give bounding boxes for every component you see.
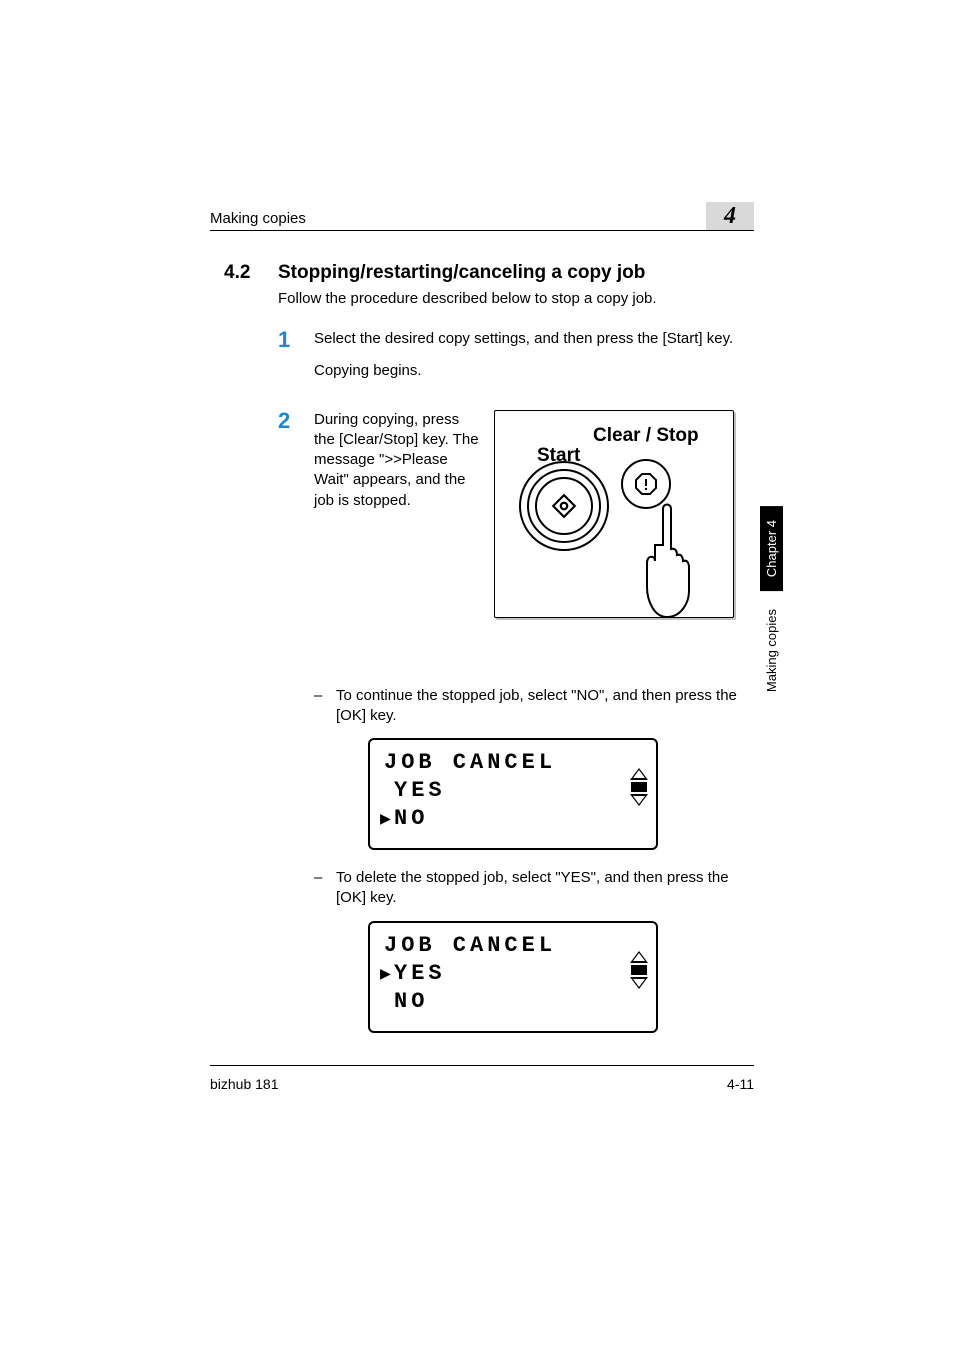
cursor-icon: ▶ bbox=[380, 808, 391, 830]
control-panel-illustration: Clear / Stop Start bbox=[494, 410, 734, 618]
lcd-option-yes: YES bbox=[394, 778, 446, 803]
page-header: Making copies bbox=[210, 210, 754, 227]
scroll-indicator-icon bbox=[630, 951, 648, 989]
step-number: 2 bbox=[278, 410, 314, 432]
side-tab-title: Making copies bbox=[760, 595, 783, 706]
lcd-screen-no-selected: JOB CANCEL YES ▶ NO bbox=[368, 738, 658, 850]
side-tab-chapter: Chapter 4 bbox=[760, 506, 783, 591]
step-number: 1 bbox=[278, 329, 314, 394]
section-heading: 4.2 Stopping/restarting/canceling a copy… bbox=[224, 262, 754, 284]
footer-rule bbox=[210, 1065, 754, 1066]
step-body: Select the desired copy settings, and th… bbox=[314, 329, 744, 394]
chapter-number-badge: 4 bbox=[706, 202, 754, 230]
start-diamond-icon bbox=[551, 493, 577, 519]
dash: – bbox=[314, 868, 336, 909]
bullet-delete: – To delete the stopped job, select "YES… bbox=[314, 868, 744, 909]
step-1: 1 Select the desired copy settings, and … bbox=[278, 329, 744, 394]
footer-product: bizhub 181 bbox=[210, 1076, 279, 1092]
stop-icon bbox=[629, 467, 663, 501]
chapter-number: 4 bbox=[724, 203, 736, 230]
body-content: Follow the procedure described below to … bbox=[278, 290, 744, 1051]
step-1-line-1: Select the desired copy settings, and th… bbox=[314, 329, 744, 349]
step-1-line-2: Copying begins. bbox=[314, 361, 744, 381]
start-button bbox=[535, 477, 593, 535]
step-2-text: During copying, press the [Clear/Stop] k… bbox=[314, 410, 482, 606]
step-body: During copying, press the [Clear/Stop] k… bbox=[314, 410, 744, 618]
lcd-title: JOB CANCEL bbox=[384, 750, 556, 775]
footer-page-number: 4-11 bbox=[727, 1076, 754, 1092]
bullet-delete-text: To delete the stopped job, select "YES",… bbox=[336, 868, 744, 909]
header-rule bbox=[210, 230, 754, 231]
dash: – bbox=[314, 686, 336, 727]
cursor-icon: ▶ bbox=[380, 963, 391, 985]
pressing-hand-icon bbox=[643, 499, 733, 619]
lcd-option-yes: YES bbox=[394, 961, 446, 986]
page: Making copies 4 4.2 Stopping/restarting/… bbox=[0, 0, 954, 1350]
lcd-option-no: NO bbox=[394, 989, 428, 1014]
step-2: 2 During copying, press the [Clear/Stop]… bbox=[278, 410, 744, 618]
lcd-screen-yes-selected: JOB CANCEL ▶ YES NO bbox=[368, 921, 658, 1033]
clear-stop-label: Clear / Stop bbox=[593, 423, 699, 449]
bullet-continue: – To continue the stopped job, select "N… bbox=[314, 686, 744, 727]
intro-text: Follow the procedure described below to … bbox=[278, 290, 744, 307]
lcd-title: JOB CANCEL bbox=[384, 933, 556, 958]
lcd-option-no: NO bbox=[394, 806, 428, 831]
section-number: 4.2 bbox=[224, 262, 278, 284]
side-tab: Chapter 4 Making copies bbox=[760, 506, 786, 706]
section-title: Stopping/restarting/canceling a copy job bbox=[278, 262, 645, 284]
header-title: Making copies bbox=[210, 210, 306, 227]
bullet-continue-text: To continue the stopped job, select "NO"… bbox=[336, 686, 744, 727]
scroll-indicator-icon bbox=[630, 768, 648, 806]
page-footer: bizhub 181 4-11 bbox=[210, 1076, 754, 1092]
